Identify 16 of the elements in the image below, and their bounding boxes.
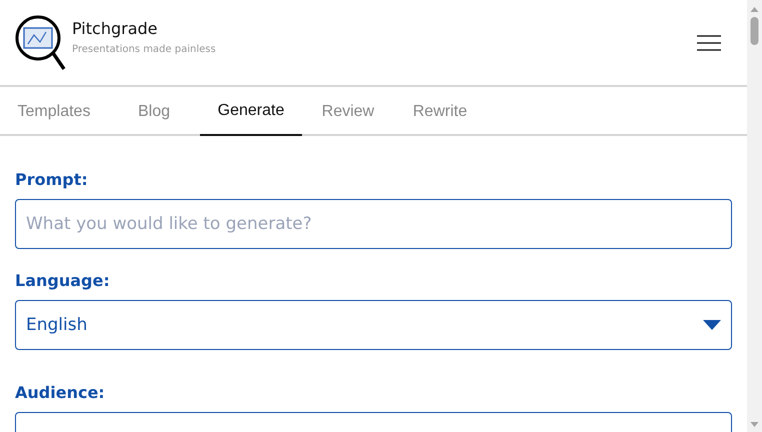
caret-icon xyxy=(703,320,721,330)
field-label: Prompt: xyxy=(15,170,89,189)
field-label: Language: xyxy=(15,271,111,290)
brand-name: Pitchgrade xyxy=(72,18,158,38)
scrollbar[interactable] xyxy=(747,0,762,432)
nav-tab[interactable]: Review xyxy=(302,87,394,136)
brand-tagline: Presentations made painless xyxy=(72,44,217,54)
nav-tab[interactable]: Blog xyxy=(108,87,200,136)
nav-tab[interactable]: Generate xyxy=(200,87,302,136)
magnifier-chart-logo xyxy=(14,14,66,72)
nav-tab[interactable]: Templates xyxy=(0,87,108,136)
field-label: Audience: xyxy=(15,383,106,402)
menu-icon[interactable] xyxy=(697,34,721,50)
language-select[interactable]: English xyxy=(15,300,732,350)
text-input-field[interactable]: What you would like to generate? xyxy=(15,199,732,249)
nav-tab[interactable]: Rewrite xyxy=(394,87,486,136)
